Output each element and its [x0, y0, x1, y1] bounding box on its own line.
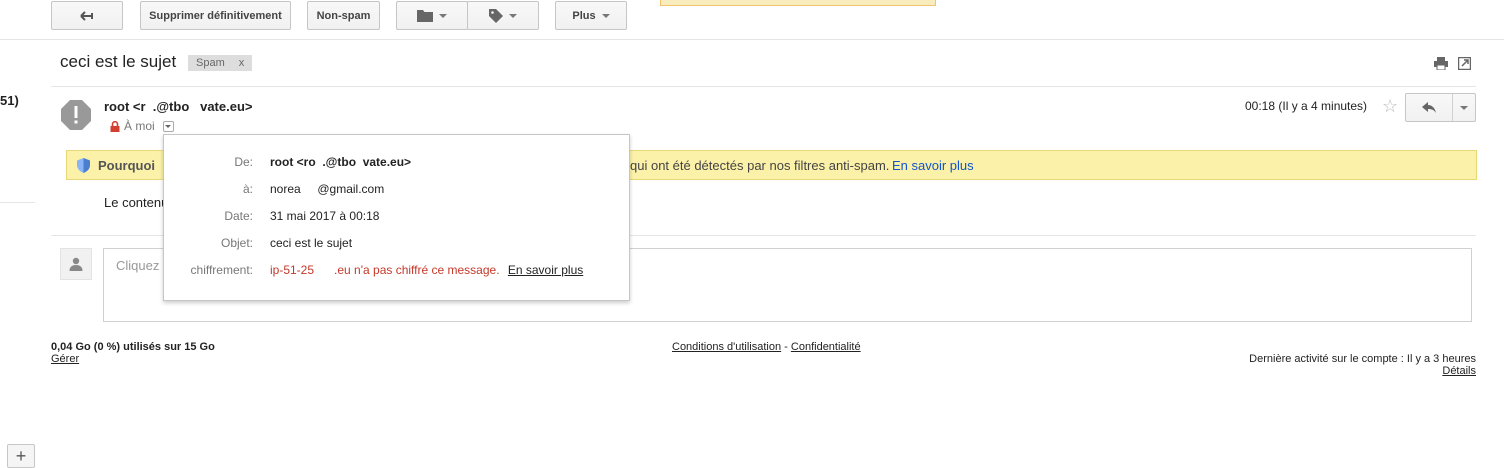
spam-warning-avatar-icon — [61, 100, 91, 130]
storage-info: 0,04 Go (0 %) utilisés sur 15 Go Gérer — [51, 341, 215, 365]
spam-learn-more-link[interactable]: En savoir plus — [892, 158, 974, 173]
chevron-down-icon — [1460, 105, 1468, 110]
message-sender[interactable]: root <r .@tbo vate.eu> — [104, 99, 252, 114]
move-to-button[interactable] — [396, 1, 468, 30]
chevron-down-icon — [601, 13, 610, 18]
subject-divider — [51, 86, 1476, 87]
footer-separator: - — [781, 341, 791, 353]
encryption-learn-more-link[interactable]: En savoir plus — [508, 263, 583, 277]
details-to-value[interactable]: norea @gmail.com — [270, 182, 384, 196]
storage-usage: 0,04 Go (0 %) utilisés sur 15 Go — [51, 341, 215, 353]
label-tag-icon — [489, 8, 503, 23]
chevron-down-icon — [439, 13, 447, 18]
lock-icon — [110, 120, 120, 132]
details-encryption-row: chiffrement: ip-51-25 .eu n'a pas chiffr… — [164, 263, 631, 283]
folder-icon — [417, 10, 433, 22]
details-encryption-label: chiffrement: — [190, 263, 253, 277]
details-from-label: De: — [234, 155, 253, 169]
message-subject: ceci est le sujet — [60, 52, 177, 71]
spam-warning-text: qui ont été détectés par nos filtres ant… — [630, 157, 890, 173]
recipient-summary[interactable]: À moi — [110, 119, 174, 133]
chevron-down-icon — [509, 13, 517, 18]
details-from-value[interactable]: root <ro .@tbo vate.eu> — [270, 155, 411, 169]
delete-forever-button[interactable]: Supprimer définitivement — [140, 1, 291, 30]
details-to-row: à: norea @gmail.com — [164, 182, 631, 202]
notification-bar — [660, 0, 936, 6]
spam-why-label: Pourquoi — [98, 157, 156, 173]
back-button[interactable] — [51, 1, 123, 30]
details-subject-value: ceci est le sujet — [270, 236, 353, 250]
more-button[interactable]: Plus — [555, 1, 627, 30]
manage-storage-link[interactable]: Gérer — [51, 353, 215, 365]
details-date-label: Date: — [224, 209, 253, 223]
reply-placeholder: Cliquez — [116, 258, 160, 273]
remove-label-button[interactable]: x — [239, 57, 245, 69]
privacy-link[interactable]: Confidentialité — [791, 341, 861, 353]
back-arrow-icon — [80, 10, 93, 21]
person-icon — [69, 257, 83, 271]
to-me-label: À moi — [124, 119, 155, 133]
reply-arrow-icon — [1422, 102, 1436, 113]
details-to-label: à: — [242, 182, 253, 196]
more-button-label: Plus — [572, 9, 596, 22]
star-icon[interactable]: ☆ — [1382, 96, 1398, 117]
details-subject-row: Objet: ceci est le sujet — [164, 236, 631, 256]
account-activity: Dernière activité sur le compte : Il y a… — [1249, 353, 1476, 377]
new-window-icon[interactable] — [1458, 57, 1471, 70]
reply-button[interactable] — [1406, 94, 1453, 121]
activity-details-link[interactable]: Détails — [1249, 365, 1476, 377]
details-from-row: De: root <ro .@tbo vate.eu> — [164, 155, 631, 175]
details-date-row: Date: 31 mai 2017 à 00:18 — [164, 209, 631, 229]
chevron-down-icon — [165, 124, 172, 128]
add-button[interactable]: + — [7, 444, 35, 468]
print-icon[interactable] — [1434, 57, 1448, 70]
spam-label-chip[interactable]: Spam x — [188, 55, 253, 71]
footer-links: Conditions d'utilisation - Confidentiali… — [672, 341, 861, 353]
inbox-count: 51) — [0, 93, 19, 108]
labels-button[interactable] — [467, 1, 539, 30]
details-date-value: 31 mai 2017 à 00:18 — [270, 209, 380, 223]
terms-link[interactable]: Conditions d'utilisation — [672, 341, 781, 353]
show-details-button[interactable] — [162, 120, 174, 132]
encryption-status-text: ip-51-25 .eu n'a pas chiffré ce message. — [270, 263, 500, 277]
message-body: Le contenu — [104, 195, 169, 210]
last-activity-text: Dernière activité sur le compte : Il y a… — [1249, 353, 1476, 365]
spam-label-text: Spam — [196, 57, 225, 69]
details-encryption-value: ip-51-25 .eu n'a pas chiffré ce message.… — [270, 263, 583, 277]
user-avatar — [60, 248, 92, 280]
message-details-popup: De: root <ro .@tbo vate.eu> à: norea @gm… — [163, 134, 630, 301]
reply-button-group — [1405, 93, 1476, 122]
reply-more-button[interactable] — [1453, 94, 1475, 121]
shield-icon — [77, 157, 90, 173]
not-spam-button[interactable]: Non-spam — [307, 1, 380, 30]
message-timestamp: 00:18 (Il y a 4 minutes) — [1245, 99, 1368, 113]
details-subject-label: Objet: — [220, 236, 253, 250]
left-divider — [0, 202, 35, 203]
toolbar-divider — [0, 39, 1504, 40]
